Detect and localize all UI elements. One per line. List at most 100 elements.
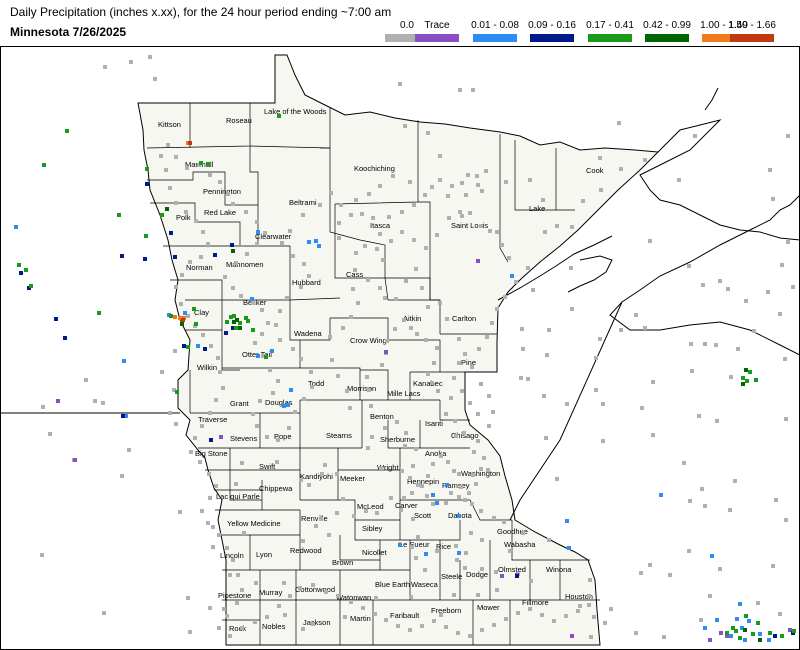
station-marker-navy [63, 336, 67, 340]
station-marker-gray [651, 433, 655, 437]
station-marker-trace [384, 350, 388, 354]
station-marker-gray [389, 239, 393, 243]
station-marker-gray [231, 202, 235, 206]
station-marker-gray [194, 219, 198, 223]
station-marker-gray [174, 155, 178, 159]
station-marker-gray [400, 230, 404, 234]
station-marker-gray [519, 376, 523, 380]
station-marker-gray [470, 365, 474, 369]
station-marker-gray [703, 504, 707, 508]
station-marker-gray [398, 82, 402, 86]
station-marker-green [97, 311, 101, 315]
station-marker-dgreen [741, 382, 745, 386]
station-marker-gray [351, 287, 355, 291]
station-marker-gray [226, 192, 230, 196]
station-marker-gray [495, 307, 499, 311]
station-marker-gray [503, 295, 507, 299]
station-marker-blue [565, 519, 569, 523]
station-marker-gray [438, 178, 442, 182]
station-marker-gray [319, 517, 323, 521]
station-marker-gray [268, 368, 272, 372]
station-marker-gray [206, 242, 210, 246]
station-marker-gray [682, 461, 686, 465]
station-marker-green [194, 322, 198, 326]
station-marker-gray [639, 571, 643, 575]
station-marker-navy [19, 271, 23, 275]
county-label: Stevens [230, 434, 257, 443]
station-marker-gray [457, 495, 461, 499]
station-marker-gray [570, 307, 574, 311]
station-marker-gray [601, 439, 605, 443]
station-marker-gray [367, 388, 371, 392]
county-label: Meeker [340, 474, 366, 483]
station-marker-gray [349, 213, 353, 217]
county-label: Koochiching [354, 164, 395, 173]
county-label: Olmsted [498, 565, 526, 574]
station-marker-gray [328, 335, 332, 339]
station-marker-gray [728, 508, 732, 512]
station-marker-gray [348, 406, 352, 410]
station-marker-gray [463, 352, 467, 356]
station-marker-gray [471, 88, 475, 92]
station-marker-gray [410, 545, 414, 549]
station-marker-gray [545, 353, 549, 357]
station-marker-gray [457, 337, 461, 341]
station-marker-gray [603, 621, 607, 625]
station-marker-gray [364, 509, 368, 513]
station-marker-gray [391, 174, 395, 178]
station-marker-green [144, 234, 148, 238]
county-label: Mille Lacs [387, 389, 421, 398]
station-marker-green [175, 390, 179, 394]
station-marker-gray [468, 634, 472, 638]
station-marker-blue [445, 483, 449, 487]
station-marker-gray [254, 581, 258, 585]
station-marker-gray [214, 398, 218, 402]
station-marker-green [244, 316, 248, 320]
station-marker-gray [452, 469, 456, 473]
station-marker-gray [460, 181, 464, 185]
station-marker-gray [299, 357, 303, 361]
station-marker-green [251, 328, 255, 332]
station-marker-gray [375, 511, 379, 515]
station-marker-blue [567, 546, 571, 550]
county-label: Martin [350, 614, 371, 623]
station-marker-blue [314, 239, 318, 243]
station-marker-gray [402, 496, 406, 500]
station-marker-gray [48, 432, 52, 436]
station-marker-gray [168, 186, 172, 190]
station-marker-gray [701, 283, 705, 287]
station-marker-gray [598, 337, 602, 341]
station-marker-green [192, 307, 196, 311]
station-marker-gray [174, 422, 178, 426]
station-marker-gray [464, 551, 468, 555]
station-marker-green [768, 631, 772, 635]
station-marker-navy [224, 331, 228, 335]
station-marker-gray [774, 498, 778, 502]
station-marker-blue [250, 297, 254, 301]
station-marker-navy [182, 344, 186, 348]
county-label: Wabasha [504, 540, 536, 549]
station-marker-gray [102, 611, 106, 615]
station-marker-gray [380, 363, 384, 367]
station-marker-gray [552, 619, 556, 623]
station-marker-gray [198, 460, 202, 464]
station-marker-gray [778, 312, 782, 316]
station-marker-gray [309, 370, 313, 374]
station-marker-gray [129, 60, 133, 64]
station-marker-gray [253, 620, 257, 624]
station-marker-green [206, 162, 210, 166]
station-marker-gray [576, 609, 580, 613]
county-label: Roseau [226, 116, 252, 125]
station-marker-gray [447, 216, 451, 220]
station-marker-navy [203, 347, 207, 351]
station-marker-gray [450, 184, 454, 188]
station-marker-gray [697, 414, 701, 418]
station-marker-green [264, 355, 268, 359]
station-marker-trace [56, 399, 60, 403]
county-label: Chippewa [259, 484, 293, 493]
station-marker-gray [578, 604, 582, 608]
station-marker-gray [208, 411, 212, 415]
county-label: Lake of the Woods [264, 107, 327, 116]
legend-swatch [530, 34, 574, 42]
station-marker-gray [569, 266, 573, 270]
